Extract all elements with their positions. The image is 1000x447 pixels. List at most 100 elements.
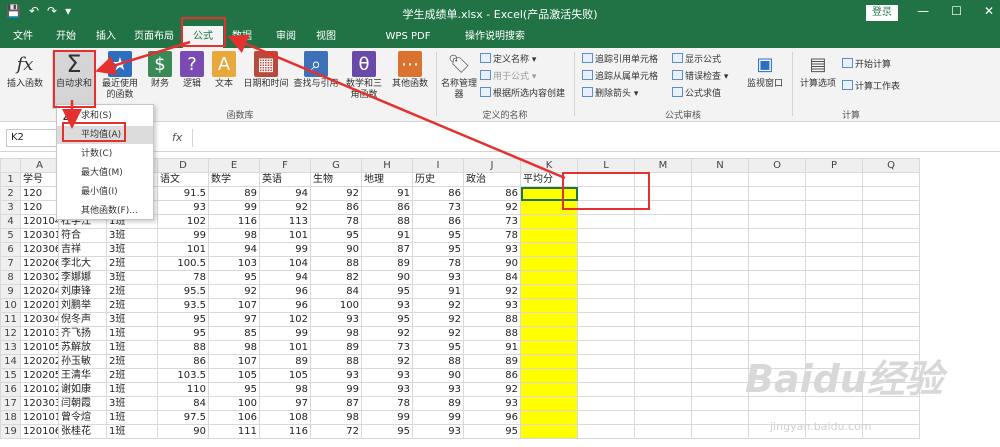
cell[interactable]: 98 <box>310 326 362 341</box>
cell[interactable]: 95 <box>412 242 464 257</box>
cell[interactable]: 89 <box>310 340 362 355</box>
cell[interactable]: 李北大 <box>58 256 107 271</box>
tab-data[interactable]: 数据 <box>226 26 258 48</box>
cell[interactable] <box>691 354 749 369</box>
column-header[interactable]: H <box>361 158 413 173</box>
cell[interactable]: 78 <box>412 256 464 271</box>
cell[interactable]: 2班 <box>106 256 158 271</box>
cell[interactable] <box>520 270 578 285</box>
calculate-sheet-button[interactable]: 计算工作表 <box>842 80 900 94</box>
column-header[interactable]: J <box>463 158 521 173</box>
row-header[interactable]: 6 <box>0 242 21 257</box>
cell[interactable]: 88 <box>157 340 209 355</box>
cell[interactable]: 110 <box>157 382 209 397</box>
cell[interactable]: 齐飞扬 <box>58 326 107 341</box>
cell[interactable]: 3班 <box>106 312 158 327</box>
cell[interactable]: 刘鹏举 <box>58 298 107 313</box>
cell[interactable] <box>691 326 749 341</box>
cell[interactable]: 91 <box>361 228 413 243</box>
cell[interactable] <box>691 410 749 425</box>
cell[interactable]: 91 <box>412 284 464 299</box>
column-header[interactable]: D <box>157 158 209 173</box>
row-header[interactable]: 19 <box>0 424 21 439</box>
column-header[interactable]: F <box>259 158 311 173</box>
row-header[interactable]: 2 <box>0 186 21 201</box>
cell[interactable] <box>691 186 749 201</box>
cell[interactable] <box>520 228 578 243</box>
tab-page-layout[interactable]: 页面布局 <box>128 26 180 48</box>
trace-precedents-button[interactable]: 追踪引用单元格 <box>582 53 658 67</box>
cell[interactable]: 1班 <box>106 382 158 397</box>
cell[interactable]: 73 <box>361 340 413 355</box>
cell[interactable]: 101 <box>259 228 311 243</box>
cell[interactable]: 120301 <box>20 228 59 243</box>
cell[interactable] <box>748 270 806 285</box>
cell[interactable]: 107 <box>208 354 260 369</box>
formula-input[interactable] <box>192 129 992 147</box>
cell[interactable]: 120204 <box>20 284 59 299</box>
cell[interactable]: 85 <box>208 326 260 341</box>
cell[interactable]: 92 <box>259 200 311 215</box>
cell[interactable]: 100 <box>310 298 362 313</box>
cell[interactable]: 103 <box>208 256 260 271</box>
cell[interactable]: 92 <box>310 186 362 201</box>
cell[interactable]: 91 <box>361 186 413 201</box>
cell[interactable] <box>862 284 920 299</box>
lookup-button[interactable]: ⌕ 查找与引用 <box>292 51 340 90</box>
cell[interactable]: 94 <box>208 242 260 257</box>
row-header[interactable]: 7 <box>0 256 21 271</box>
cell[interactable] <box>577 410 635 425</box>
cell[interactable]: 98 <box>208 228 260 243</box>
cell[interactable] <box>691 368 749 383</box>
math-trig-button[interactable]: θ 数学和三角函数 <box>342 51 386 101</box>
cell[interactable] <box>862 242 920 257</box>
cell[interactable] <box>520 284 578 299</box>
cell[interactable] <box>748 242 806 257</box>
cell[interactable]: 98 <box>208 340 260 355</box>
cell[interactable]: 120206 <box>20 256 59 271</box>
watch-window-button[interactable]: ▣ 监视窗口 <box>742 51 788 90</box>
cell[interactable]: 2班 <box>106 368 158 383</box>
cell[interactable]: 1班 <box>106 410 158 425</box>
cell[interactable]: 78 <box>310 214 362 229</box>
cell[interactable]: 谢如康 <box>58 382 107 397</box>
cell[interactable]: 97.5 <box>157 410 209 425</box>
cell[interactable]: 数学 <box>208 172 260 187</box>
cell[interactable] <box>577 270 635 285</box>
cell[interactable]: 90 <box>310 242 362 257</box>
cell[interactable]: 73 <box>463 214 521 229</box>
cell[interactable]: 120303 <box>20 396 59 411</box>
row-header[interactable]: 12 <box>0 326 21 341</box>
cell[interactable] <box>634 270 692 285</box>
cell[interactable] <box>520 242 578 257</box>
cell[interactable]: 92 <box>361 326 413 341</box>
cell[interactable]: 95 <box>361 312 413 327</box>
cell[interactable] <box>520 396 578 411</box>
cell[interactable] <box>577 312 635 327</box>
row-header[interactable]: 18 <box>0 410 21 425</box>
cell[interactable]: 3班 <box>106 270 158 285</box>
cell[interactable] <box>520 256 578 271</box>
cell[interactable] <box>520 410 578 425</box>
cell[interactable]: 107 <box>208 298 260 313</box>
row-header[interactable]: 16 <box>0 382 21 397</box>
cell[interactable] <box>520 424 578 439</box>
cell[interactable]: 89 <box>463 354 521 369</box>
cell[interactable]: 曾令煊 <box>58 410 107 425</box>
cell[interactable]: 93 <box>157 200 209 215</box>
cell[interactable] <box>862 312 920 327</box>
cell[interactable]: 95 <box>412 228 464 243</box>
cell[interactable]: 95 <box>412 340 464 355</box>
create-from-selection-button[interactable]: 根据所选内容创建 <box>480 87 565 101</box>
cell[interactable]: 孙玉敏 <box>58 354 107 369</box>
cell[interactable] <box>691 340 749 355</box>
cell[interactable] <box>691 172 749 187</box>
cell[interactable]: 84 <box>463 270 521 285</box>
tab-home[interactable]: 开始 <box>48 26 84 48</box>
cell[interactable]: 99 <box>157 228 209 243</box>
cell[interactable] <box>577 396 635 411</box>
cell[interactable]: 99 <box>208 200 260 215</box>
column-header[interactable]: O <box>748 158 806 173</box>
cell[interactable]: 93 <box>412 424 464 439</box>
cell[interactable] <box>577 256 635 271</box>
